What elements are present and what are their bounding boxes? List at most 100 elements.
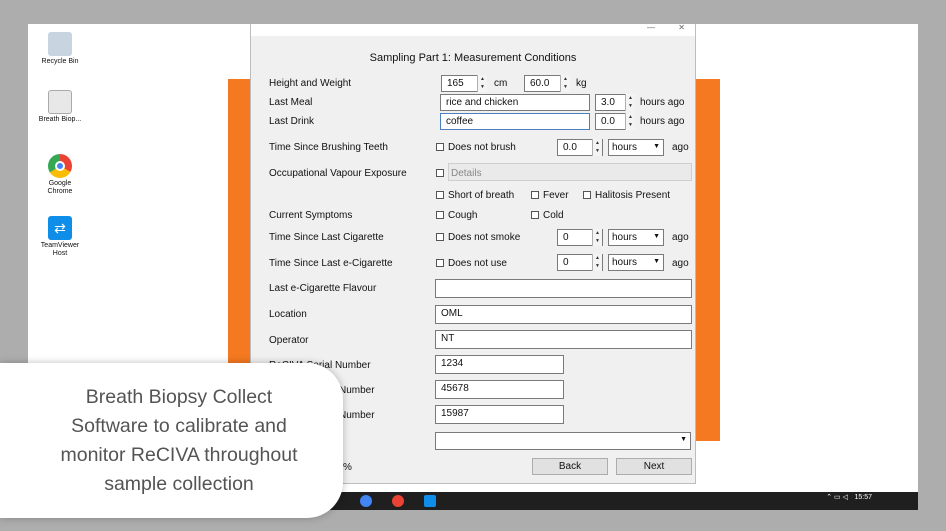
serial-number-3-input[interactable]: 15987	[435, 405, 564, 424]
dialog-titlebar: — ✕	[251, 24, 695, 36]
last-meal-input[interactable]: rice and chicken	[440, 94, 590, 111]
minimize-icon[interactable]: —	[647, 24, 655, 32]
back-button[interactable]: Back	[532, 458, 608, 475]
ecig-unit-select[interactable]: hours ▼	[608, 254, 664, 271]
checkbox-label: Does not smoke	[448, 232, 521, 243]
desktop-icon-label: TeamViewer Host	[40, 242, 80, 257]
chrome-icon	[48, 154, 72, 178]
desktop-icon-label: Recycle Bin	[41, 58, 79, 65]
select-value: hours	[612, 257, 638, 268]
last-drink-input[interactable]: coffee	[440, 113, 590, 130]
desktop-icon-label: Google Chrome	[47, 180, 73, 195]
checkbox-label: Fever	[543, 190, 569, 201]
desktop-icon-teamviewer[interactable]: ⇄ TeamViewer Host	[38, 216, 82, 258]
flavour-input[interactable]	[435, 279, 692, 298]
fever-checkbox[interactable]: Fever	[531, 190, 569, 201]
ecig-suffix: ago	[672, 258, 689, 269]
caption-line: sample collection	[104, 473, 254, 495]
breath-biopsy-app-icon	[48, 90, 72, 114]
checkbox-box	[436, 233, 444, 241]
reciva-serial-input[interactable]: 1234	[435, 355, 564, 374]
operator-label: Operator	[269, 335, 309, 346]
last-meal-hours-spinner[interactable]: ▲ ▼	[625, 94, 635, 111]
brushing-unit-select[interactable]: hours ▼	[608, 139, 664, 156]
cigarette-label: Time Since Last Cigarette	[269, 232, 384, 243]
next-button[interactable]: Next	[616, 458, 692, 475]
checkbox-box	[436, 143, 444, 151]
last-drink-hours-spinner[interactable]: ▲ ▼	[625, 113, 635, 130]
vapour-exposure-label: Occupational Vapour Exposure	[269, 168, 407, 179]
caption-line: Breath Biopsy Collect	[85, 386, 273, 408]
location-input[interactable]: OML	[435, 305, 692, 324]
does-not-smoke-checkbox[interactable]: Does not smoke	[436, 232, 520, 243]
caption-line: Software to calibrate and	[71, 415, 287, 437]
caption-text: Breath Biopsy Collect Software to calibr…	[30, 383, 328, 499]
weight-unit: kg	[576, 78, 587, 89]
cough-checkbox[interactable]: Cough	[436, 210, 477, 221]
checkbox-box	[436, 259, 444, 267]
brushing-suffix: ago	[672, 142, 689, 153]
brushing-hours-spinner[interactable]: ▲ ▼	[592, 139, 602, 156]
serial-number-3-label: Number	[339, 410, 375, 421]
dropdown-arrow-icon: ▼	[680, 436, 687, 443]
taskbar-app-icon[interactable]	[424, 495, 436, 507]
taskbar-chrome-icon[interactable]	[360, 495, 372, 507]
checkbox-box	[436, 211, 444, 219]
cold-checkbox[interactable]: Cold	[531, 210, 564, 221]
caption-line: monitor ReCIVA throughout	[60, 444, 298, 466]
select-value: hours	[612, 232, 638, 243]
halitosis-checkbox[interactable]: Halitosis Present	[583, 190, 670, 201]
desktop-icon-breath-biopsy[interactable]: Breath Biop...	[38, 90, 82, 124]
operator-input[interactable]: NT	[435, 330, 692, 349]
short-of-breath-checkbox[interactable]: Short of breath	[436, 190, 514, 201]
last-meal-label: Last Meal	[269, 97, 313, 108]
dropdown-arrow-icon: ▼	[653, 233, 660, 240]
weight-spinner[interactable]: ▲ ▼	[560, 75, 570, 92]
does-not-use-checkbox[interactable]: Does not use	[436, 258, 507, 269]
checkbox-box	[531, 191, 539, 199]
teamviewer-icon: ⇄	[48, 216, 72, 240]
checkbox-label: Does not use	[448, 258, 507, 269]
serial-number-2-label: Number	[339, 385, 375, 396]
dialog-heading: Sampling Part 1: Measurement Conditions	[369, 52, 577, 64]
serial-number-2-input[interactable]: 45678	[435, 380, 564, 399]
flavour-label: Last e-Cigarette Flavour	[269, 283, 377, 294]
cigarette-unit-select[interactable]: hours ▼	[608, 229, 664, 246]
checkbox-label: Cold	[543, 210, 564, 221]
checkbox-box	[583, 191, 591, 199]
checkbox-box	[531, 211, 539, 219]
checkbox-label: Does not brush	[448, 142, 516, 153]
close-icon[interactable]: ✕	[678, 24, 685, 32]
last-meal-suffix: hours ago	[640, 97, 685, 108]
height-weight-label: Height and Weight	[269, 78, 352, 89]
taskbar-clock[interactable]: 15:57	[854, 494, 872, 501]
recycle-bin-icon	[48, 32, 72, 56]
location-label: Location	[269, 309, 307, 320]
ecig-label: Time Since Last e-Cigarette	[269, 258, 393, 269]
checkbox-label: Short of breath	[448, 190, 515, 201]
does-not-brush-checkbox[interactable]: Does not brush	[436, 142, 516, 153]
progress-percent-text: %	[343, 462, 352, 473]
bottom-select[interactable]: ▼	[435, 432, 691, 450]
checkbox-label: Halitosis Present	[595, 190, 671, 201]
vapour-details-placeholder: Details	[451, 168, 482, 179]
checkbox-label: Cough	[448, 210, 478, 221]
desktop-icon-label: Breath Biop...	[38, 116, 82, 123]
cigarette-suffix: ago	[672, 232, 689, 243]
windows-taskbar: 15:57 ⌃ ▭ ◁	[328, 492, 918, 510]
orange-panel-right	[696, 79, 720, 441]
caption-card: Breath Biopsy Collect Software to calibr…	[0, 363, 343, 518]
cigarette-hours-spinner[interactable]: ▲ ▼	[592, 229, 602, 246]
last-drink-label: Last Drink	[269, 116, 315, 127]
dropdown-arrow-icon: ▼	[653, 258, 660, 265]
height-spinner[interactable]: ▲ ▼	[477, 75, 487, 92]
select-value: hours	[612, 142, 638, 153]
height-unit: cm	[494, 78, 508, 89]
desktop-icon-recycle-bin[interactable]: Recycle Bin	[38, 32, 82, 66]
tray-icons[interactable]: ⌃ ▭ ◁	[826, 494, 848, 501]
last-drink-suffix: hours ago	[640, 116, 685, 127]
desktop-icon-chrome[interactable]: Google Chrome	[38, 154, 82, 196]
ecig-hours-spinner[interactable]: ▲ ▼	[592, 254, 602, 271]
taskbar-chrome-alt-icon[interactable]	[392, 495, 404, 507]
brushing-label: Time Since Brushing Teeth	[269, 142, 388, 153]
